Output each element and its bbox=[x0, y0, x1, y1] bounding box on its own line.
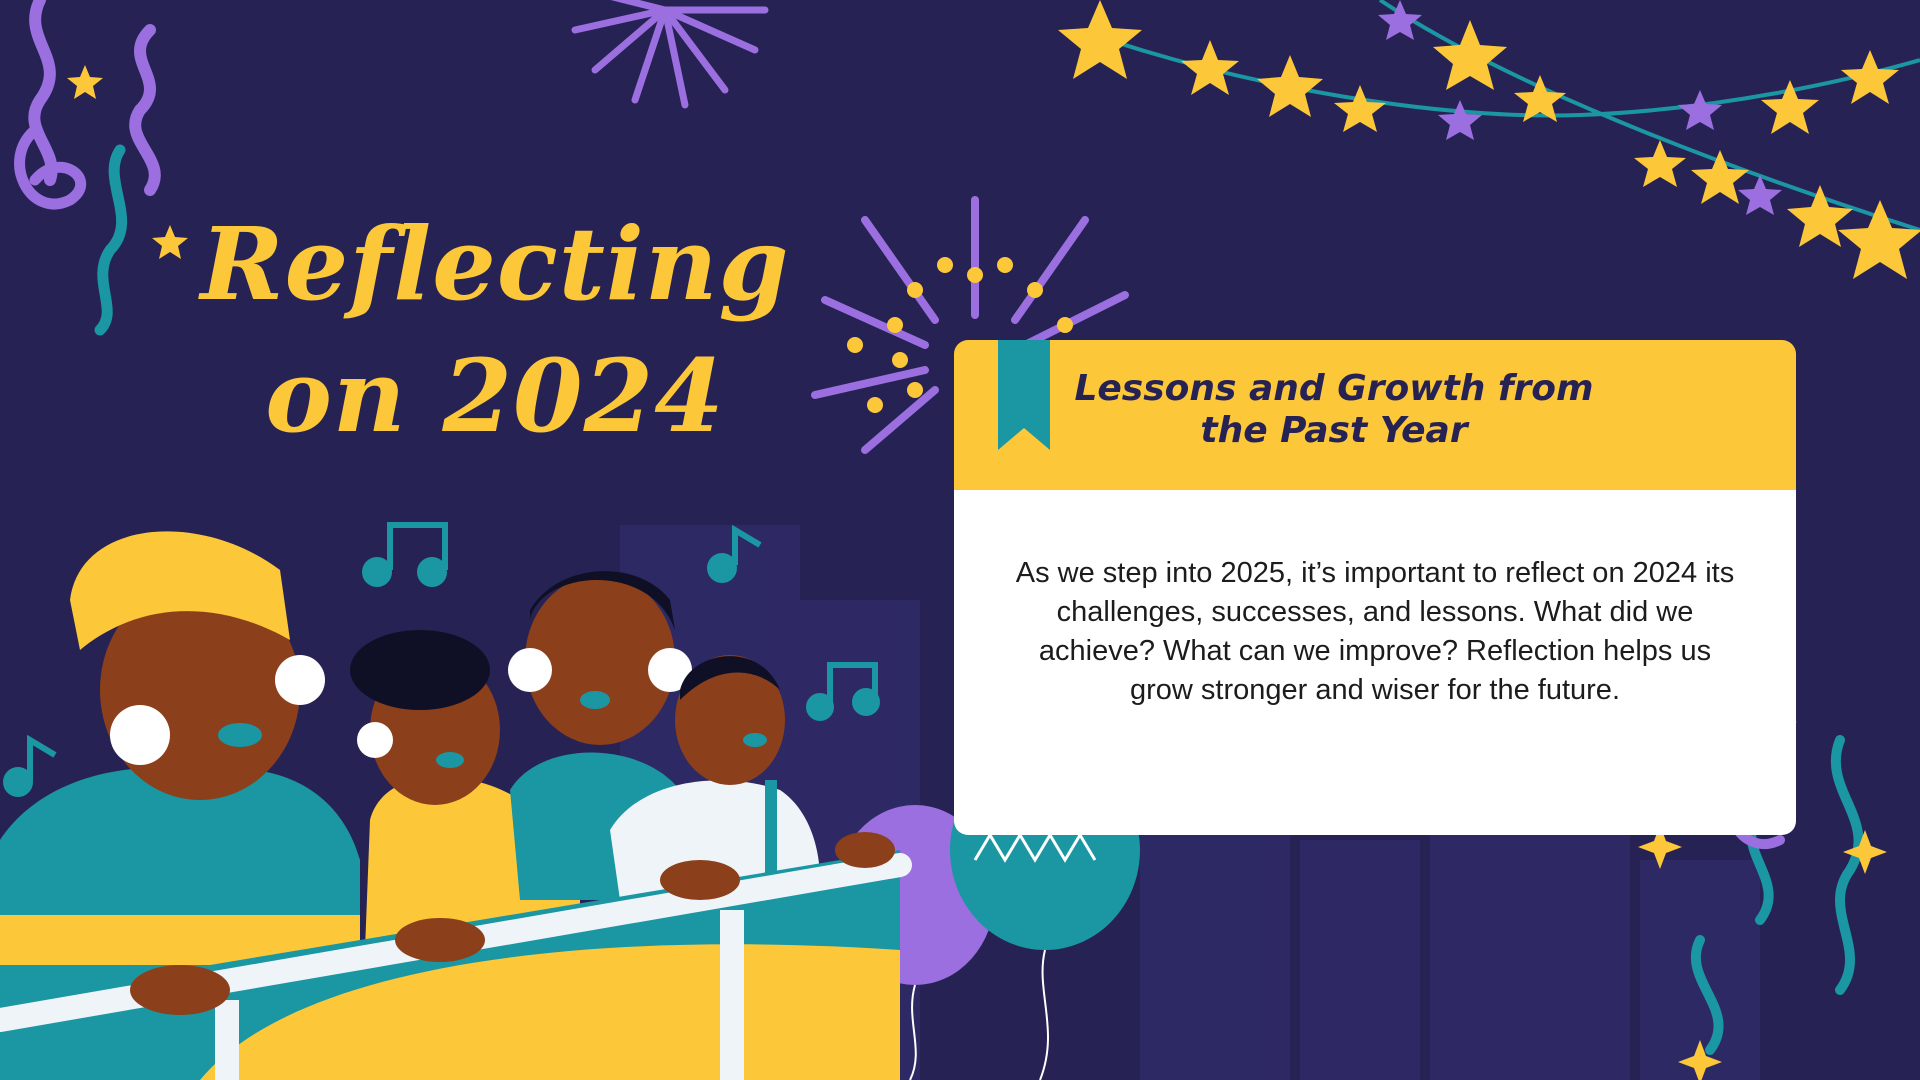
family-illustration bbox=[0, 531, 912, 1080]
slide: Reflecting on 2024 Lessons and Growth fr… bbox=[0, 0, 1920, 1080]
